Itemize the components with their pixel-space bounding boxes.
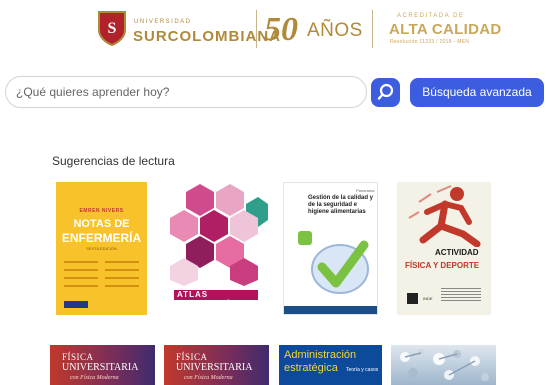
book-title-line1: FÍSICA [176, 352, 208, 362]
book-title-a: ATLAS [177, 290, 209, 299]
book-title-line1: NOTAS DE [73, 218, 130, 230]
search-box [5, 76, 367, 108]
header-divider [372, 10, 373, 48]
suggestions-title: Sugerencias de lectura [52, 154, 175, 168]
book-title: Gestión de la calidad y de la seguridad … [308, 195, 374, 215]
svg-text:S: S [108, 20, 117, 37]
hexagon-pattern-illustration [170, 184, 268, 286]
advanced-search-button[interactable]: Búsqueda avanzada [410, 78, 544, 107]
book-title: ATLAS HISTOLOGÍA [174, 290, 258, 309]
header-divider [256, 10, 257, 48]
book-edition: SEXTA EDICIÓN [86, 246, 117, 251]
accreditation-label: ACREDITADA DE [397, 13, 465, 19]
anniversary-number: 50 [264, 11, 298, 48]
runner-illustration [408, 185, 481, 247]
book-title-line2: UNIVERSITARIA [62, 362, 139, 373]
book-title-b: HISTOLOGÍA [177, 300, 237, 309]
book-cover-gestion-calidad[interactable]: Panorama Gestión de la calidad y de la s… [283, 182, 378, 315]
book-title-line2: UNIVERSITARIA [176, 362, 253, 373]
book-title-line1: Administración [284, 349, 357, 361]
book-credits [441, 286, 481, 303]
search-button[interactable] [371, 78, 400, 107]
book-cover-administracion-estrategica[interactable]: Administración estratégica Teoría y caso… [279, 345, 382, 385]
university-label: UNIVERSIDAD [134, 19, 192, 25]
book-cover-fisica-universitaria[interactable]: FÍSICA UNIVERSITARIA con Física Moderna [164, 345, 269, 385]
molecules-illustration [400, 349, 489, 381]
book-cover-molecules[interactable] [391, 345, 496, 385]
anniversary-word: AÑOS [307, 20, 363, 41]
accreditation-resolution: Resolución 11233 / 2018 - MEN [390, 39, 470, 45]
qr-code-icon [407, 293, 418, 304]
book-editor: Panorama [356, 188, 375, 193]
accreditation-title: ALTA CALIDAD [389, 21, 502, 38]
search-input[interactable] [16, 83, 356, 101]
book-cover-fisica-universitaria[interactable]: FÍSICA UNIVERSITARIA con Física Moderna [50, 345, 155, 385]
book-title-line2: FÍSICA Y DEPORTE [405, 261, 480, 270]
book-cover-decoration [64, 258, 139, 290]
university-name: SURCOLOMBIANA [133, 28, 281, 45]
book-title-line1: ACTIVIDAD [435, 248, 479, 257]
book-title-line2: estratégica [284, 362, 338, 374]
header: S UNIVERSIDAD SURCOLOMBIANA 50 AÑOS ACRE… [0, 0, 546, 60]
book-author: EMREN NIVERS [79, 208, 124, 214]
book-subtitle: con Física Moderna [184, 375, 233, 381]
book-cover-notas-enfermeria[interactable]: EMREN NIVERS NOTAS DE ENFERMERÍA SEXTA E… [56, 182, 147, 315]
book-title-line1: FÍSICA [62, 352, 94, 362]
book-subtitle: con Física Moderna [70, 375, 119, 381]
book-title-line2: ENFERMERÍA [61, 231, 142, 245]
book-cover-actividad-fisica[interactable]: ACTIVIDAD FÍSICA Y DEPORTE INDE [397, 182, 491, 315]
university-shield-logo: S [98, 11, 126, 46]
checkmark-icon [298, 231, 369, 294]
publisher-logo [64, 301, 88, 308]
publisher-band [284, 306, 377, 314]
book-cover-atlas-histologia[interactable]: ATLAS HISTOLOGÍA [164, 182, 268, 315]
search-icon [377, 83, 394, 100]
book-publisher: INDE [423, 296, 433, 301]
book-subtitle: Teoría y casos [346, 367, 379, 373]
